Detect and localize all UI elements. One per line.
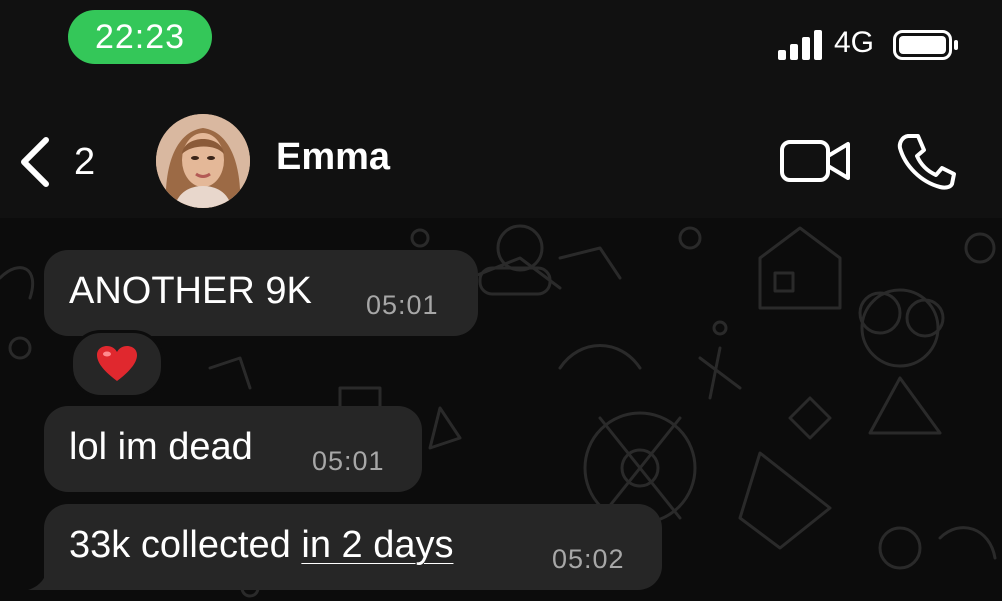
phone-icon[interactable]	[896, 130, 956, 190]
status-time: 22:23	[68, 10, 212, 64]
message-text-prefix: 33k collected	[69, 524, 302, 566]
chat-screen: 22:23 4G 2 Emma ANOTHER 9K 05:01 lol im …	[0, 0, 1002, 601]
status-bar: 22:23 4G	[0, 0, 1002, 80]
message-text: ANOTHER 9K	[69, 270, 312, 312]
heart-icon	[97, 346, 137, 381]
bubble-tail	[28, 570, 58, 590]
battery-icon	[893, 30, 958, 60]
unread-count: 2	[74, 140, 96, 183]
message-text: 33k collected in 2 days	[69, 524, 453, 567]
chat-header: 2 Emma	[0, 80, 1002, 218]
signal-icon	[778, 30, 822, 60]
network-type: 4G	[834, 26, 875, 59]
message-timestamp: 05:01	[312, 446, 385, 476]
reaction-badge[interactable]	[70, 330, 164, 398]
contact-name[interactable]: Emma	[276, 136, 390, 179]
message-bubble[interactable]: ANOTHER 9K 05:01	[44, 250, 478, 336]
back-chevron-icon	[21, 137, 49, 187]
message-timestamp: 05:01	[366, 290, 439, 320]
avatar-photo	[156, 114, 250, 208]
message-list[interactable]: ANOTHER 9K 05:01 lol im dead 05:01 33k c…	[0, 218, 1002, 601]
message-bubble[interactable]: lol im dead 05:01	[44, 406, 422, 492]
date-link[interactable]: in 2 days	[301, 524, 453, 566]
back-button[interactable]: 2	[18, 132, 95, 192]
message-timestamp: 05:02	[552, 544, 625, 574]
video-camera-icon[interactable]	[778, 136, 852, 186]
message-bubble[interactable]: 33k collected in 2 days 05:02	[44, 504, 662, 590]
message-text: lol im dead	[69, 426, 253, 468]
avatar[interactable]	[156, 114, 250, 208]
